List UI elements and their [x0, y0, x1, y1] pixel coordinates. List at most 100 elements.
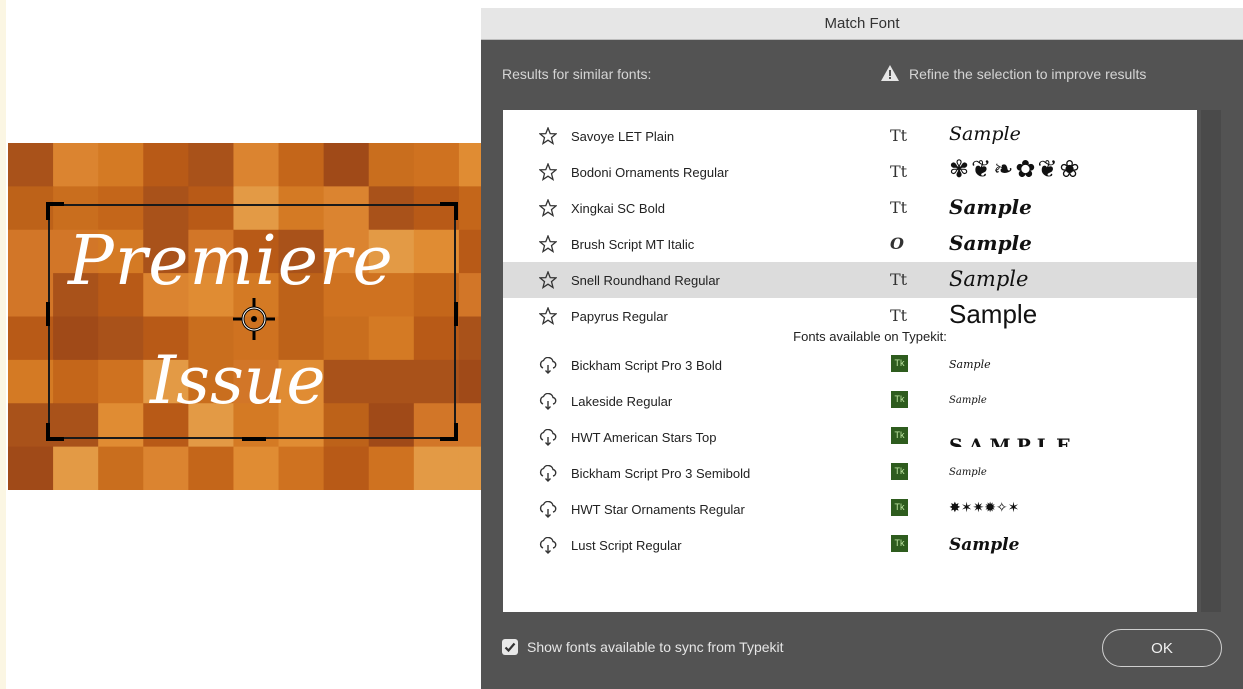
font-sample: ✸✶✷✹✧✶	[949, 500, 1020, 516]
refine-warning: Refine the selection to improve results	[881, 65, 1146, 82]
ok-button[interactable]: OK	[1102, 629, 1222, 667]
cloud-sync-icon[interactable]	[539, 465, 557, 482]
typekit-badge: Tk	[891, 463, 908, 480]
cloud-sync-icon[interactable]	[539, 537, 557, 554]
artwork-title-line1: Premiere	[68, 222, 394, 301]
font-row-selected[interactable]: Snell Roundhand Regular Tt Sample	[503, 262, 1197, 298]
refine-warning-text: Refine the selection to improve results	[909, 66, 1147, 82]
cloud-sync-icon[interactable]	[539, 357, 557, 374]
sync-typekit-option[interactable]: Show fonts available to sync from Typeki…	[502, 639, 784, 655]
artwork-title-line2: Issue	[150, 342, 326, 419]
typekit-section-heading: Fonts available on Typekit:	[503, 329, 1197, 344]
font-sample: Sample	[949, 535, 1020, 555]
mosaic-tile	[8, 446, 55, 490]
mosaic-tile	[98, 143, 145, 188]
font-name: Lust Script Regular	[571, 538, 682, 553]
selection-corner-handle[interactable]	[440, 202, 458, 220]
font-row[interactable]: Savoye LET Plain Tt Sample	[503, 118, 1197, 154]
sync-typekit-label: Show fonts available to sync from Typeki…	[527, 639, 784, 655]
font-sample: Sample	[949, 267, 1029, 291]
typekit-badge: Tk	[891, 499, 908, 516]
typekit-badge: Tk	[891, 427, 908, 444]
star-icon[interactable]	[539, 163, 557, 181]
warning-icon	[881, 65, 899, 81]
opentype-icon: O	[890, 234, 904, 253]
font-sample: ✾❦❧✿❦❀	[949, 155, 1082, 183]
font-sample: Sample	[949, 299, 1038, 329]
typekit-badge: Tk	[891, 535, 908, 552]
sync-typekit-checkbox[interactable]	[502, 639, 518, 655]
star-icon[interactable]	[539, 307, 557, 325]
truetype-icon: Tt	[890, 270, 908, 289]
mosaic-tile	[368, 446, 415, 490]
font-name: Xingkai SC Bold	[571, 201, 665, 216]
selection-corner-handle[interactable]	[440, 423, 458, 441]
typekit-font-row[interactable]: Lakeside Regular Tk Sample	[503, 383, 1197, 419]
font-name: Lakeside Regular	[571, 394, 673, 409]
match-font-dialog: Match Font Results for similar fonts: Re…	[481, 8, 1243, 689]
typekit-font-row[interactable]: HWT American Stars Top Tk SAMPLE	[503, 419, 1197, 455]
typekit-badge: Tk	[891, 391, 908, 408]
mosaic-tile	[278, 446, 325, 490]
crosshair-cursor-icon	[233, 298, 275, 340]
typekit-heading-text: Fonts available on Typekit:	[793, 329, 947, 344]
mosaic-tile	[233, 446, 280, 490]
font-results-list[interactable]: Savoye LET Plain Tt Sample Bodoni Orname…	[503, 110, 1197, 612]
typekit-font-row[interactable]: Bickham Script Pro 3 Semibold Tk Sample	[503, 455, 1197, 491]
star-icon[interactable]	[539, 199, 557, 217]
mosaic-tile	[98, 446, 145, 490]
font-name: Savoye LET Plain	[571, 129, 675, 144]
mosaic-tile	[143, 143, 190, 188]
page-edge	[0, 0, 6, 689]
font-sample: SAMPLE	[949, 435, 1077, 447]
typekit-font-row[interactable]: HWT Star Ornaments Regular Tk ✸✶✷✹✧✶	[503, 491, 1197, 527]
selection-side-handle[interactable]	[454, 302, 458, 326]
cloud-sync-icon[interactable]	[539, 429, 557, 446]
font-row[interactable]: Bodoni Ornaments Regular Tt ✾❦❧✿❦❀	[503, 154, 1197, 190]
typekit-font-row[interactable]: Lust Script Regular Tk Sample	[503, 527, 1197, 563]
truetype-icon: Tt	[890, 126, 908, 145]
cloud-sync-icon[interactable]	[539, 501, 557, 518]
font-row[interactable]: Brush Script MT Italic O Sample	[503, 226, 1197, 262]
font-sample: Sample	[949, 467, 987, 478]
font-sample: Sample	[949, 231, 1032, 255]
mosaic-tile	[278, 143, 325, 188]
mosaic-tile	[233, 143, 280, 188]
font-name: Snell Roundhand Regular	[571, 273, 720, 288]
font-sample: Sample	[949, 358, 991, 371]
truetype-icon: Tt	[890, 198, 908, 217]
dialog-titlebar[interactable]: Match Font	[481, 8, 1243, 40]
mosaic-tile	[188, 143, 235, 188]
selection-corner-handle[interactable]	[46, 423, 64, 441]
font-name: Bodoni Ornaments Regular	[571, 165, 729, 180]
typekit-font-row[interactable]: Bickham Script Pro 3 Bold Tk Sample	[503, 347, 1197, 383]
font-name: HWT Star Ornaments Regular	[571, 502, 745, 517]
font-name: Papyrus Regular	[571, 309, 668, 324]
star-icon[interactable]	[539, 127, 557, 145]
font-sample: Sample	[949, 395, 987, 406]
mosaic-tile	[368, 143, 415, 188]
star-icon[interactable]	[539, 271, 557, 289]
mosaic-tile	[53, 143, 100, 188]
cloud-sync-icon[interactable]	[539, 393, 557, 410]
mosaic-tile	[323, 143, 370, 188]
results-label: Results for similar fonts:	[502, 66, 652, 82]
truetype-icon: Tt	[890, 306, 908, 325]
font-name: Brush Script MT Italic	[571, 237, 695, 252]
star-icon[interactable]	[539, 235, 557, 253]
font-row[interactable]: Xingkai SC Bold Tt Sample	[503, 190, 1197, 226]
font-name: HWT American Stars Top	[571, 430, 717, 445]
dialog-title: Match Font	[824, 15, 900, 32]
list-scrollbar[interactable]	[1201, 110, 1221, 612]
font-name: Bickham Script Pro 3 Semibold	[571, 466, 751, 481]
mosaic-tile	[53, 446, 100, 490]
font-name: Bickham Script Pro 3 Bold	[571, 358, 723, 373]
typekit-badge: Tk	[891, 355, 908, 372]
checkmark-icon	[504, 642, 516, 653]
selection-corner-handle[interactable]	[46, 202, 64, 220]
selection-side-handle[interactable]	[242, 437, 266, 441]
mosaic-tile	[8, 143, 55, 188]
selection-side-handle[interactable]	[46, 302, 50, 326]
mosaic-tile	[413, 143, 460, 188]
mosaic-tile	[143, 446, 190, 490]
